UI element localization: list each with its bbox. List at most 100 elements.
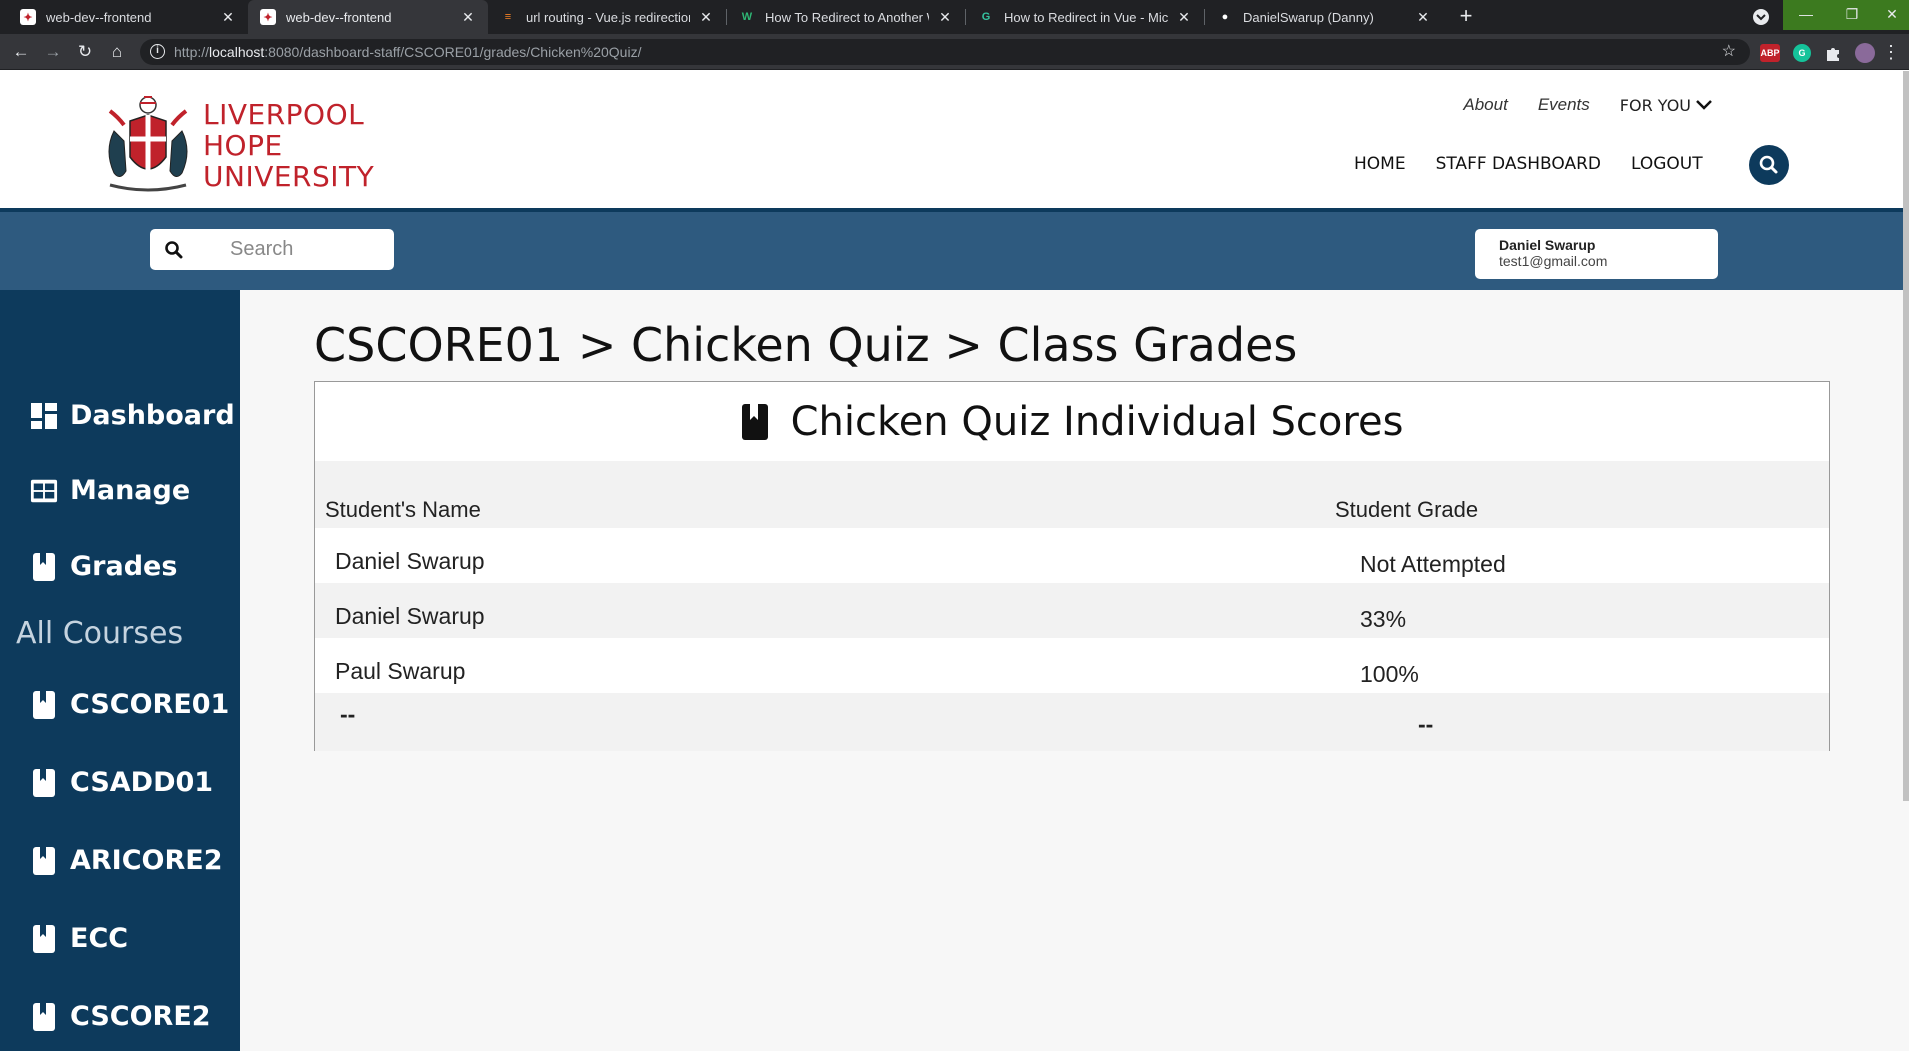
- site-favicon-icon: ✦: [260, 9, 276, 25]
- card-header: Chicken Quiz Individual Scores: [315, 382, 1829, 461]
- grammarly-extension-icon[interactable]: G: [1793, 44, 1811, 62]
- close-icon[interactable]: ✕: [1415, 9, 1431, 26]
- bookmark-book-icon: [30, 846, 58, 875]
- scores-card: Chicken Quiz Individual Scores Student's…: [314, 381, 1830, 751]
- user-email: test1@gmail.com: [1499, 253, 1608, 269]
- url-path: :8080/dashboard-staff/CSCORE01/grades/Ch…: [264, 44, 642, 60]
- tab-title: DanielSwarup (Danny): [1243, 9, 1374, 25]
- sidebar-item-label: CSCORE01: [70, 689, 230, 720]
- new-tab-button[interactable]: +: [1454, 5, 1478, 28]
- sidebar-item-label: CSADD01: [70, 767, 214, 798]
- all-courses-heading: All Courses: [16, 616, 184, 651]
- close-icon[interactable]: ✕: [1176, 9, 1192, 26]
- restore-button[interactable]: ❐: [1829, 0, 1875, 30]
- search-input[interactable]: [230, 236, 380, 262]
- adblock-extension-icon[interactable]: ABP: [1760, 44, 1780, 62]
- forward-icon[interactable]: →: [42, 41, 64, 63]
- user-card[interactable]: Daniel Swarup test1@gmail.com: [1475, 229, 1718, 279]
- brand-line: HOPE: [203, 129, 283, 162]
- browser-tabstrip: ✦ web-dev--frontend ✕ ✦ web-dev--fronten…: [0, 0, 1909, 34]
- brand-line: LIVERPOOL: [203, 98, 365, 131]
- events-link[interactable]: Events: [1538, 95, 1590, 115]
- sidebar-item-manage[interactable]: Manage: [30, 475, 190, 506]
- about-link[interactable]: About: [1463, 95, 1507, 115]
- close-icon[interactable]: ✕: [937, 9, 953, 26]
- for-you-label: FOR YOU: [1619, 95, 1691, 115]
- close-window-button[interactable]: ✕: [1875, 0, 1909, 30]
- nav-staff-dashboard[interactable]: STAFF DASHBOARD: [1436, 154, 1601, 174]
- card-title: Chicken Quiz Individual Scores: [790, 398, 1404, 445]
- close-icon[interactable]: ✕: [698, 9, 714, 26]
- student-name: Paul Swarup: [335, 658, 466, 684]
- tab-search-icon[interactable]: [1750, 7, 1772, 37]
- student-grade: Not Attempted: [1360, 551, 1506, 577]
- sidebar-item-label: ARICORE2: [70, 845, 223, 876]
- browser-tab[interactable]: ✦ web-dev--frontend ✕: [8, 0, 248, 34]
- nav-logout[interactable]: LOGOUT: [1631, 154, 1703, 174]
- nav-home[interactable]: HOME: [1354, 154, 1406, 174]
- table-header: Student's Name Student Grade: [315, 461, 1829, 528]
- table-row: -- --: [315, 693, 1829, 751]
- page-title: CSCORE01 > Chicken Quiz > Class Grades: [314, 318, 1298, 372]
- sidebar-item-label: CSCORE2: [70, 1001, 211, 1032]
- url-host: localhost: [209, 44, 265, 60]
- sidebar-item-course[interactable]: CSCORE2: [30, 1001, 211, 1032]
- browser-tab[interactable]: W How To Redirect to Another Web ✕: [727, 0, 965, 34]
- site-info-icon[interactable]: i: [150, 44, 165, 59]
- sidebar-item-grades[interactable]: Grades: [30, 551, 177, 582]
- sidebar-item-label: Grades: [70, 551, 178, 582]
- search-icon: [1759, 155, 1778, 174]
- browser-tab-active[interactable]: ✦ web-dev--frontend ✕: [248, 0, 488, 34]
- table-row: Daniel Swarup 33%: [315, 583, 1829, 638]
- g-favicon-icon: G: [981, 11, 991, 23]
- address-bar[interactable]: i http://localhost:8080/dashboard-staff/…: [140, 39, 1750, 65]
- chevron-down-icon: [1696, 100, 1712, 110]
- page-scrollbar[interactable]: [1903, 71, 1909, 801]
- browser-tab[interactable]: G How to Redirect in Vue - Michael ✕: [966, 0, 1204, 34]
- bookmark-book-icon: [30, 690, 58, 719]
- table-row: Daniel Swarup Not Attempted: [315, 528, 1829, 583]
- sidebar-item-course[interactable]: ECC: [30, 923, 128, 954]
- browser-tab[interactable]: ≡ url routing - Vue.js redirection to ✕: [488, 0, 726, 34]
- stackoverflow-icon: ≡: [504, 11, 512, 23]
- student-name: Daniel Swarup: [335, 548, 485, 574]
- tab-title: How To Redirect to Another Web: [765, 9, 929, 25]
- dashboard-toolbar: Daniel Swarup test1@gmail.com: [0, 212, 1909, 290]
- dashboard-search[interactable]: [150, 229, 394, 270]
- w-favicon-icon: W: [741, 11, 753, 23]
- site-favicon-icon: ✦: [20, 9, 36, 25]
- profile-avatar[interactable]: [1855, 43, 1875, 63]
- sidebar-item-dashboard[interactable]: Dashboard: [30, 400, 235, 431]
- sidebar-item-course[interactable]: CSCORE01: [30, 689, 229, 720]
- university-crest-logo[interactable]: [100, 91, 196, 197]
- browser-tab[interactable]: ● DanielSwarup (Danny) ✕: [1205, 0, 1443, 34]
- close-icon[interactable]: ✕: [220, 9, 236, 26]
- browser-menu-icon[interactable]: ⋮: [1880, 41, 1902, 63]
- bookmark-star-icon[interactable]: ☆: [1722, 39, 1736, 65]
- github-icon: ●: [1221, 11, 1229, 23]
- minimize-button[interactable]: —: [1783, 0, 1829, 30]
- url-prefix: http://: [174, 44, 210, 60]
- sidebar: Dashboard Manage Grades All Courses CSCO…: [0, 290, 240, 1051]
- university-name[interactable]: LIVERPOOL HOPE UNIVERSITY: [203, 99, 374, 192]
- sidebar-item-label: Dashboard: [70, 400, 235, 431]
- home-icon[interactable]: ⌂: [106, 41, 128, 63]
- reload-icon[interactable]: ↻: [74, 41, 96, 63]
- sidebar-item-label: Manage: [70, 475, 191, 506]
- close-icon[interactable]: ✕: [460, 9, 476, 26]
- table-row: Paul Swarup 100%: [315, 638, 1829, 693]
- dashboard-icon: [30, 402, 58, 430]
- extensions-puzzle-icon[interactable]: [1824, 44, 1842, 62]
- sidebar-item-course[interactable]: ARICORE2: [30, 845, 223, 876]
- tab-title: How to Redirect in Vue - Michael: [1004, 9, 1168, 25]
- student-grade: 100%: [1360, 661, 1419, 687]
- search-icon: [165, 241, 183, 259]
- back-icon[interactable]: ←: [10, 41, 32, 63]
- tab-title: url routing - Vue.js redirection to: [526, 9, 690, 25]
- col-student-name: Student's Name: [325, 497, 481, 522]
- sidebar-item-course[interactable]: CSADD01: [30, 767, 213, 798]
- top-links: About Events FOR YOU: [1463, 95, 1713, 115]
- for-you-dropdown[interactable]: FOR YOU: [1620, 96, 1713, 115]
- tab-title: web-dev--frontend: [286, 9, 392, 25]
- site-search-button[interactable]: [1749, 145, 1789, 185]
